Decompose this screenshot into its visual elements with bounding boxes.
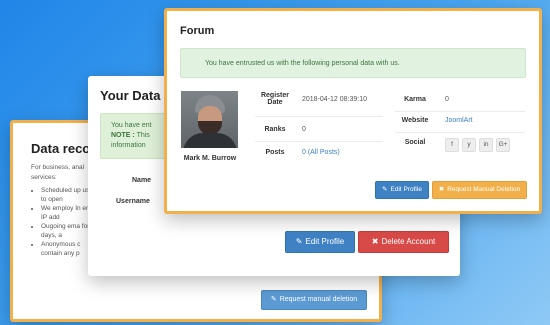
close-icon: ✖ — [371, 237, 379, 246]
karma-value: 0 — [445, 96, 449, 103]
twitter-icon[interactable]: y — [462, 138, 476, 152]
request-manual-deletion-label: Request manual deletion — [279, 296, 358, 303]
social-icons: f y in G+ — [445, 138, 510, 152]
forum-request-deletion-label: Request Manual Deletion — [447, 186, 521, 193]
ranks-label: Ranks — [264, 126, 286, 133]
forum-card: Forum You have entrusted us with the fol… — [164, 8, 542, 214]
data-records-intro: For business, anal services: — [31, 164, 85, 181]
username-label: Username — [116, 198, 150, 205]
forum-edit-profile-button[interactable]: ✎ Edit Profile — [375, 181, 429, 199]
edit-icon: ✎ — [382, 186, 388, 193]
posts-label: Posts — [265, 149, 285, 156]
edit-icon: ✎ — [270, 296, 277, 303]
forum-alert: You have entrusted us with the following… — [180, 48, 526, 78]
forum-request-deletion-button[interactable]: ✖ Request Manual Deletion — [432, 181, 527, 199]
your-data-title: Your Data — [100, 88, 161, 103]
edit-icon: ✎ — [295, 237, 303, 246]
register-date-label: Register Date — [260, 92, 289, 106]
google-plus-icon[interactable]: G+ — [496, 138, 510, 152]
social-label: Social — [404, 139, 426, 146]
linkedin-icon[interactable]: in — [479, 138, 493, 152]
close-icon: ✖ — [438, 186, 445, 193]
facebook-icon[interactable]: f — [445, 138, 459, 152]
website-label: Website — [401, 117, 429, 124]
avatar — [181, 91, 238, 148]
ranks-value: 0 — [302, 126, 306, 133]
request-manual-deletion-button[interactable]: ✎ Request manual deletion — [261, 290, 367, 310]
user-name: Mark M. Burrow — [183, 155, 237, 162]
forum-edit-profile-label: Edit Profile — [390, 186, 422, 193]
website-link[interactable]: JoomlArt — [445, 117, 473, 124]
edit-profile-label: Edit Profile — [305, 237, 345, 246]
edit-profile-button[interactable]: ✎ Edit Profile — [285, 231, 355, 253]
posts-link[interactable]: 0 (All Posts) — [302, 149, 340, 156]
delete-account-button[interactable]: ✖ Delete Account — [358, 231, 449, 253]
name-label: Name — [132, 177, 152, 184]
alert-line: This — [136, 132, 150, 139]
register-date-value: 2018-04-12 08:39:10 — [302, 96, 367, 103]
karma-label: Karma — [404, 96, 426, 103]
delete-account-label: Delete Account — [381, 237, 436, 246]
forum-title: Forum — [180, 25, 215, 37]
alert-note-label: NOTE : — [111, 132, 135, 139]
